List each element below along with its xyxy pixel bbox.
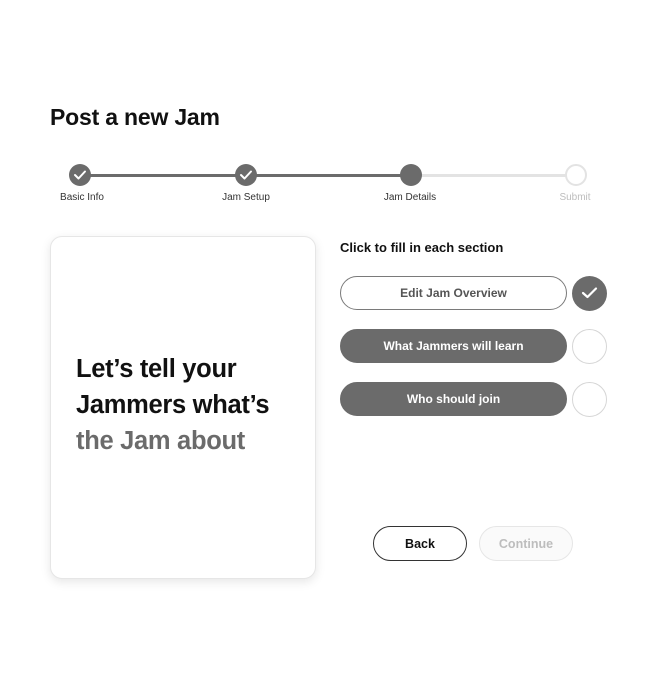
step-basic-info-indicator[interactable] (69, 164, 91, 186)
step-jam-setup-label: Jam Setup (222, 192, 270, 203)
step-basic-info-label: Basic Info (60, 192, 104, 203)
section-instruction: Click to fill in each section (340, 240, 504, 255)
section-overview-status (572, 276, 607, 311)
step-jam-details-indicator[interactable] (400, 164, 422, 186)
section-join-status (572, 382, 607, 417)
step-submit-indicator (565, 164, 587, 186)
step-jam-details-label: Jam Details (383, 192, 437, 203)
back-button[interactable]: Back (373, 526, 467, 561)
intro-line-3: the Jam about (76, 427, 245, 455)
section-learn-status (572, 329, 607, 364)
edit-jam-overview-button[interactable]: Edit Jam Overview (340, 276, 567, 310)
intro-card: Let’s tell your Jammers what’s the Jam a… (50, 236, 316, 579)
intro-line-1: Let’s tell your (76, 355, 237, 383)
who-should-join-button[interactable]: Who should join (340, 382, 567, 416)
page-title: Post a new Jam (50, 104, 220, 130)
check-icon (240, 170, 252, 180)
step-submit-label: Submit (559, 192, 591, 203)
check-icon (581, 287, 598, 299)
what-jammers-will-learn-button[interactable]: What Jammers will learn (340, 329, 567, 363)
stepper-track-remaining (411, 174, 576, 177)
intro-headline: Let’s tell your Jammers what’s the Jam a… (76, 351, 270, 459)
progress-stepper: Basic Info Jam Setup Jam Details Submit (0, 160, 650, 210)
intro-line-2: Jammers what’s (76, 391, 270, 419)
check-icon (74, 170, 86, 180)
step-jam-setup-indicator[interactable] (235, 164, 257, 186)
continue-button[interactable]: Continue (479, 526, 573, 561)
